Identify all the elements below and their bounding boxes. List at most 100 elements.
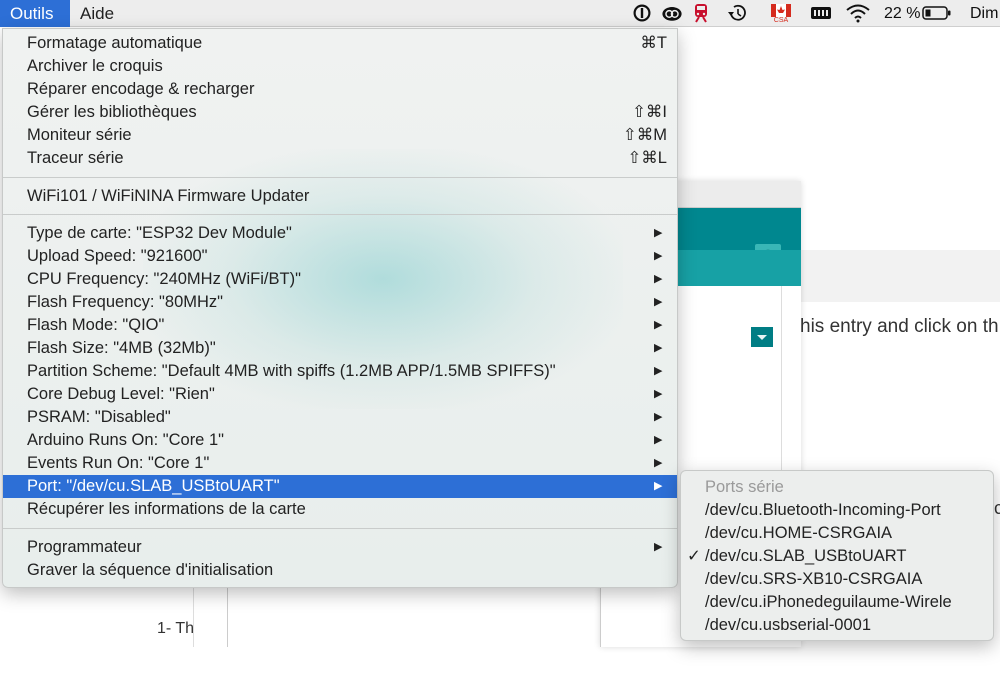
clock[interactable]: Dim (970, 0, 998, 27)
menu-item-label: Archiver le croquis (27, 57, 163, 75)
menu-item-label: Récupérer les informations de la carte (27, 500, 306, 518)
menu-item-label: Moniteur série (27, 126, 132, 144)
creative-cloud-icon[interactable] (661, 3, 683, 23)
checkmark-icon: ✓ (687, 547, 701, 565)
menu-item[interactable]: Formatage automatique ⌘T (3, 32, 677, 55)
divider (781, 286, 782, 476)
submenu-arrow-icon: ▶ (654, 273, 663, 285)
menu-item-label: Arduino Runs On: "Core 1" (27, 431, 224, 449)
flag-label: CSA (773, 16, 789, 24)
wifi-icon[interactable] (845, 3, 871, 23)
submenu-header-label: Ports série (705, 478, 784, 496)
menu-item[interactable]: Type de carte: "ESP32 Dev Module" ▶ (3, 222, 677, 245)
port-submenu: Ports série/dev/cu.Bluetooth-Incoming-Po… (680, 470, 994, 641)
menu-item[interactable]: Flash Frequency: "80MHz" ▶ (3, 291, 677, 314)
submenu-arrow-icon: ▶ (654, 227, 663, 239)
port-option-label: /dev/cu.usbserial-0001 (705, 616, 872, 634)
port-option[interactable]: /dev/cu.Bluetooth-Incoming-Port (681, 499, 993, 522)
menu-item[interactable]: Core Debug Level: "Rien" ▶ (3, 383, 677, 406)
port-option[interactable]: /dev/cu.iPhonedeguilaume-Wirele (681, 591, 993, 614)
menu-item[interactable]: Archiver le croquis (3, 55, 677, 78)
menu-item[interactable]: PSRAM: "Disabled" ▶ (3, 406, 677, 429)
menu-item[interactable]: CPU Frequency: "240MHz (WiFi/BT)" ▶ (3, 268, 677, 291)
menu-item[interactable]: Arduino Runs On: "Core 1" ▶ (3, 429, 677, 452)
menu-item-label: Flash Frequency: "80MHz" (27, 293, 224, 311)
menu-item-label: Core Debug Level: "Rien" (27, 385, 215, 403)
info-icon[interactable] (631, 3, 653, 23)
train-icon[interactable] (690, 3, 712, 23)
submenu-arrow-icon: ▶ (654, 365, 663, 377)
menu-item[interactable]: Events Run On: "Core 1" ▶ (3, 452, 677, 475)
menu-separator (3, 214, 677, 217)
menu-item[interactable]: Programmateur ▶ (3, 536, 677, 559)
menu-item-label: WiFi101 / WiFiNINA Firmware Updater (27, 187, 310, 205)
menu-item-label: PSRAM: "Disabled" (27, 408, 171, 426)
menu-item-label: Formatage automatique (27, 34, 203, 52)
menu-item[interactable]: Récupérer les informations de la carte (3, 498, 677, 521)
tools-menu: Formatage automatique ⌘T Archiver le croqu… (2, 28, 678, 588)
submenu-arrow-icon: ▶ (654, 250, 663, 262)
menu-item-shortcut: ⇧⌘M (622, 126, 667, 144)
port-option[interactable]: ✓/dev/cu.SLAB_USBtoUART (681, 545, 993, 568)
memory-icon[interactable] (810, 3, 832, 23)
canada-flag-icon[interactable]: CSA (769, 2, 793, 26)
submenu-arrow-icon: ▶ (654, 319, 663, 331)
submenu-header: Ports série (681, 476, 993, 499)
submenu-arrow-icon: ▶ (654, 411, 663, 423)
port-option[interactable]: /dev/cu.SRS-XB10-CSRGAIA (681, 568, 993, 591)
menu-item[interactable]: Gérer les bibliothèques ⇧⌘I (3, 101, 677, 124)
menu-item-label: Port: "/dev/cu.SLAB_USBtoUART" (27, 477, 280, 495)
submenu-arrow-icon: ▶ (654, 457, 663, 469)
chevron-down-icon (757, 335, 767, 340)
menu-item-label: Events Run On: "Core 1" (27, 454, 210, 472)
submenu-arrow-icon: ▶ (654, 296, 663, 308)
tab-menu-button[interactable] (751, 327, 773, 347)
menu-item-label: CPU Frequency: "240MHz (WiFi/BT)" (27, 270, 301, 288)
menu-item[interactable]: Réparer encodage & recharger (3, 78, 677, 101)
port-option-label: /dev/cu.Bluetooth-Incoming-Port (705, 501, 941, 519)
webpage-text: his entry and click on th (800, 316, 999, 337)
divider (227, 588, 228, 647)
menu-item-label: Flash Mode: "QIO" (27, 316, 165, 334)
webpage-step-text: 1- Th (157, 620, 195, 637)
divider (193, 588, 194, 647)
menu-item[interactable]: Port: "/dev/cu.SLAB_USBtoUART" ▶ (3, 475, 677, 498)
port-option-label: /dev/cu.SLAB_USBtoUART (705, 547, 907, 565)
port-option[interactable]: /dev/cu.usbserial-0001 (681, 614, 993, 637)
menu-item[interactable]: Upload Speed: "921600" ▶ (3, 245, 677, 268)
menu-item[interactable]: Graver la séquence d'initialisation (3, 559, 677, 582)
menu-item[interactable]: Flash Size: "4MB (32Mb)" ▶ (3, 337, 677, 360)
port-option-label: /dev/cu.HOME-CSRGAIA (705, 524, 893, 542)
submenu-arrow-icon: ▶ (654, 541, 663, 553)
battery-icon[interactable] (922, 3, 952, 23)
menu-outils[interactable]: Outils (0, 0, 70, 27)
menu-item-label: Type de carte: "ESP32 Dev Module" (27, 224, 292, 242)
menu-item-shortcut: ⇧⌘I (632, 103, 667, 121)
menu-aide[interactable]: Aide (70, 0, 124, 27)
menu-separator (3, 177, 677, 180)
menu-item-label: Flash Size: "4MB (32Mb)" (27, 339, 216, 357)
menu-item-shortcut: ⇧⌘L (627, 149, 667, 167)
menu-item[interactable]: Traceur série ⇧⌘L (3, 147, 677, 170)
webpage-header-bar (800, 250, 1000, 305)
menu-item[interactable]: Flash Mode: "QIO" ▶ (3, 314, 677, 337)
menu-separator (3, 528, 677, 531)
port-option-label: /dev/cu.SRS-XB10-CSRGAIA (705, 570, 923, 588)
submenu-arrow-icon: ▶ (654, 342, 663, 354)
webpage-side-text: c (994, 498, 1000, 518)
menu-item-label: Programmateur (27, 538, 142, 556)
menu-item-label: Traceur série (27, 149, 124, 167)
submenu-arrow-icon: ▶ (654, 434, 663, 446)
port-option[interactable]: /dev/cu.HOME-CSRGAIA (681, 522, 993, 545)
menu-item[interactable]: Moniteur série ⇧⌘M (3, 124, 677, 147)
menu-item-label: Réparer encodage & recharger (27, 80, 255, 98)
menu-item-label: Upload Speed: "921600" (27, 247, 208, 265)
menu-item-label: Partition Scheme: "Default 4MB with spif… (27, 362, 556, 380)
menu-bar: Outils Aide CSA 22 % Dim (0, 0, 1000, 27)
submenu-arrow-icon: ▶ (654, 388, 663, 400)
port-option-label: /dev/cu.iPhonedeguilaume-Wirele (705, 593, 952, 611)
time-machine-icon[interactable] (726, 3, 748, 23)
submenu-arrow-icon: ▶ (654, 480, 663, 492)
menu-item[interactable]: Partition Scheme: "Default 4MB with spif… (3, 360, 677, 383)
menu-item[interactable]: WiFi101 / WiFiNINA Firmware Updater (3, 185, 677, 208)
